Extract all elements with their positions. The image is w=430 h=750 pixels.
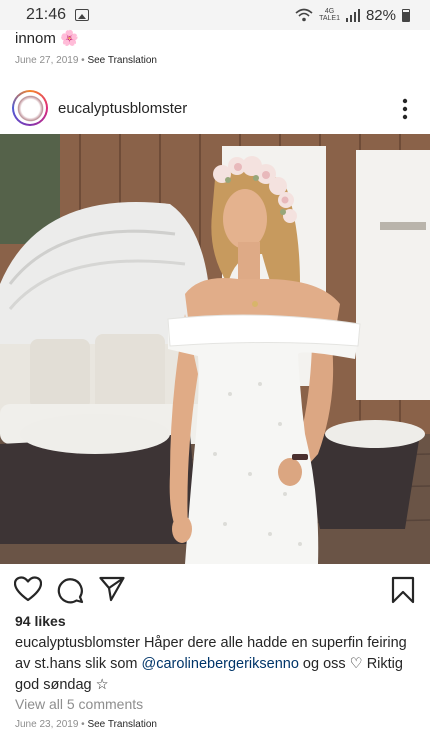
post-photo-illustration [0,134,430,564]
previous-see-translation-link[interactable]: See Translation [87,55,157,66]
avatar[interactable] [12,90,48,126]
post-photo[interactable] [0,134,430,564]
caption-username[interactable]: eucalyptusblomster [15,635,140,651]
post-meta: June 23, 2019 • See Translation [15,719,157,730]
previous-post-meta: June 27, 2019 • See Translation [15,55,157,66]
status-icons: 4G TALE1 82% [295,7,410,24]
share-icon[interactable] [99,576,125,602]
gallery-notification-icon [75,9,90,21]
bookmark-icon[interactable] [391,576,415,604]
view-comments-link[interactable]: View all 5 comments [15,696,143,712]
post-header: eucalyptusblomster [0,86,430,130]
see-translation-link[interactable]: See Translation [87,719,157,730]
caption-mention-link[interactable]: @carolinebergeriksenno [142,656,299,672]
likes-count[interactable]: 94 likes [15,613,66,629]
battery-percent: 82% [365,6,396,24]
post-username[interactable]: eucalyptusblomster [58,100,187,117]
post-actions [0,572,430,608]
status-bar: 21:46 4G TALE1 82% [0,0,430,30]
post-date: June 23, 2019 [15,719,79,730]
heart-icon[interactable] [14,576,42,602]
status-time: 21:46 [26,6,67,23]
post-caption: eucalyptusblomster Håper dere alle hadde… [15,633,415,696]
signal-icon [345,8,360,22]
previous-post-date: June 27, 2019 [15,55,79,66]
network-type: 4G TALE1 [319,8,340,22]
previous-post-caption: innom 🌸 [15,30,79,47]
avatar-image [15,93,45,123]
comment-icon[interactable] [56,576,84,604]
battery-icon [402,8,410,22]
wifi-icon [295,8,313,22]
more-vertical-icon[interactable] [402,98,408,120]
